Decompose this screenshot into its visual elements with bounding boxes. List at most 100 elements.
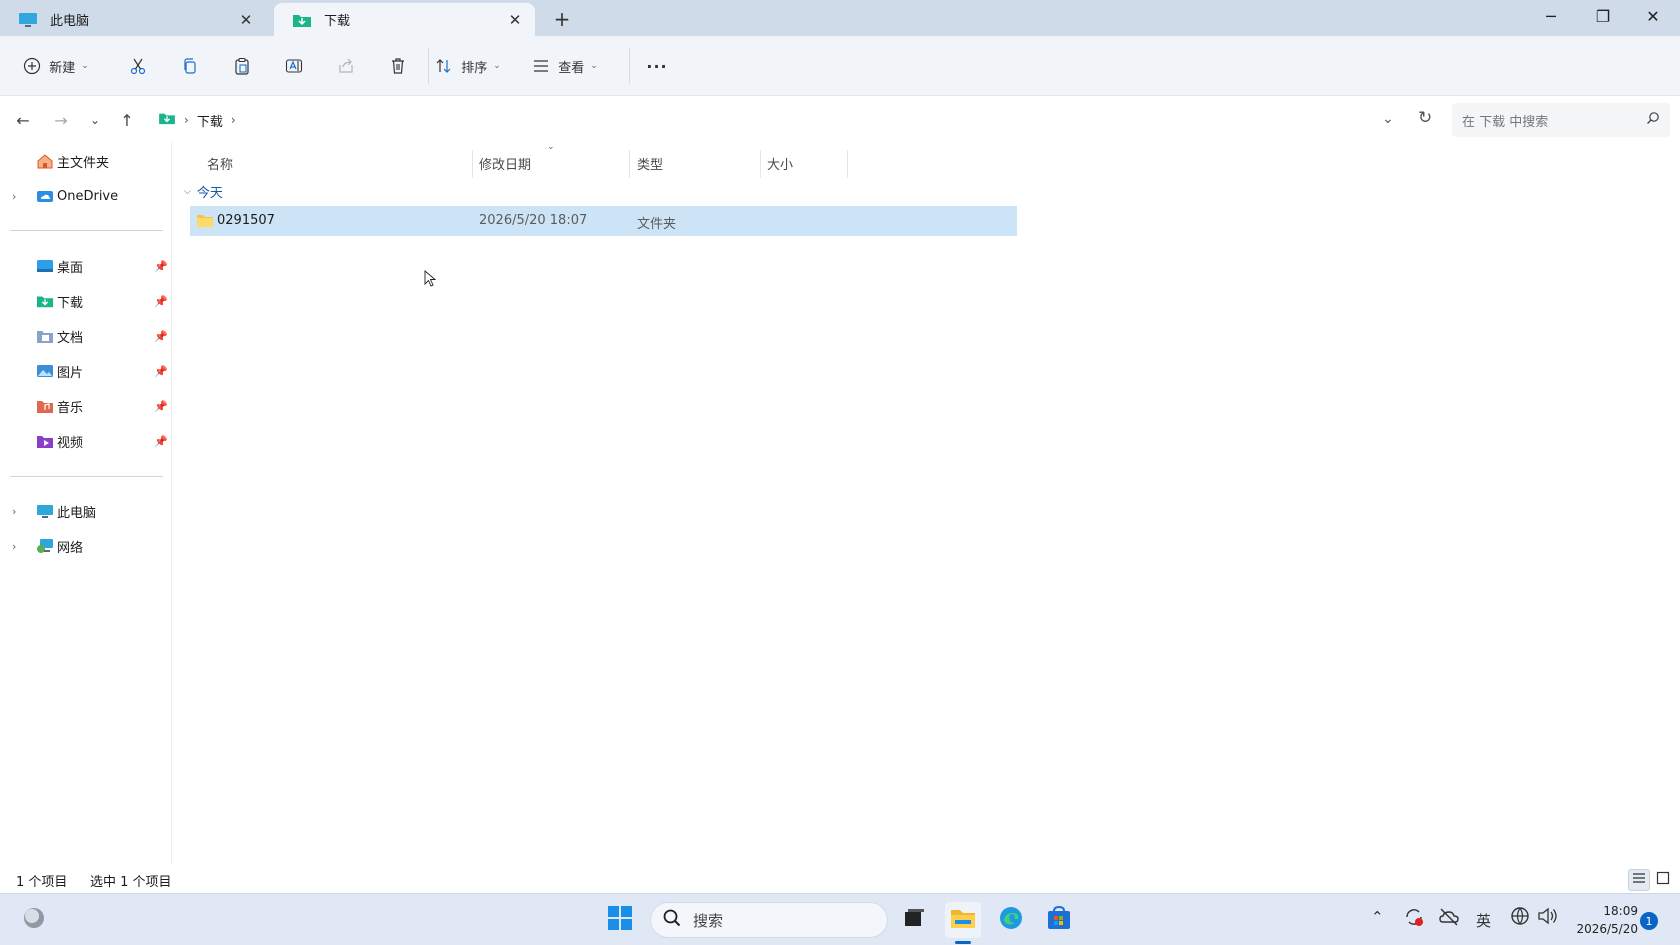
desktop-icon [36, 258, 54, 274]
sidebar-item-label: 主文件夹 [57, 155, 110, 171]
list-view-icon [532, 57, 550, 75]
sort-arrows-icon [435, 57, 453, 75]
edge-button[interactable] [993, 902, 1029, 938]
up-button[interactable]: ↑ [112, 105, 142, 135]
chevron-down-icon: ⌄ [89, 113, 101, 127]
column-header-date[interactable]: 修改日期 [479, 148, 531, 178]
new-label: 新建 [49, 60, 76, 76]
pin-icon[interactable]: 📌 [154, 435, 168, 448]
pin-icon[interactable]: 📌 [154, 365, 168, 378]
network-status-icon[interactable] [1510, 906, 1530, 930]
pin-icon[interactable]: 📌 [154, 330, 168, 343]
sidebar-item-documents[interactable]: 文档 📌 [0, 321, 170, 351]
chevron-down-icon: ⌵ [184, 186, 191, 197]
sort-indicator-icon: ⌄ [547, 142, 555, 152]
cloud-offline-icon[interactable] [1438, 906, 1460, 932]
chevron-right-icon[interactable]: › [12, 505, 26, 518]
search-input[interactable]: 在 下载 中搜索 [1452, 103, 1670, 137]
task-view-button[interactable] [896, 902, 932, 938]
large-icons-view-button[interactable] [1652, 869, 1674, 891]
address-bar[interactable]: › 下载 › [150, 103, 1446, 137]
start-button[interactable] [602, 902, 638, 938]
this-pc-icon [36, 503, 54, 519]
paste-button[interactable] [226, 50, 258, 82]
search-icon [663, 909, 681, 931]
sidebar-item-home[interactable]: 主文件夹 [0, 146, 170, 176]
pin-icon[interactable]: 📌 [154, 295, 168, 308]
pin-icon[interactable]: 📌 [154, 260, 168, 273]
minimize-button[interactable]: ─ [1526, 0, 1576, 32]
taskbar-search[interactable]: 搜索 [650, 902, 888, 938]
selected-count: 选中 1 个项目 [90, 875, 172, 890]
sidebar-item-desktop[interactable]: 桌面 📌 [0, 251, 170, 281]
refresh-icon[interactable]: ↻ [1418, 108, 1432, 128]
copy-button[interactable] [174, 50, 206, 82]
delete-button[interactable] [382, 50, 414, 82]
close-window-button[interactable]: ✕ [1628, 0, 1678, 32]
more-options-button[interactable]: ··· [640, 50, 674, 82]
trash-icon [389, 57, 407, 75]
show-hidden-icons-button[interactable]: ⌃ [1371, 908, 1384, 926]
new-tab-button[interactable]: + [548, 6, 576, 32]
widgets-button[interactable] [16, 902, 52, 938]
input-method-indicator[interactable]: 英 [1476, 910, 1491, 931]
sidebar-item-label: 此电脑 [57, 505, 97, 521]
column-divider[interactable] [472, 150, 473, 178]
sync-status-icon[interactable] [1403, 906, 1425, 932]
sidebar-item-label: 网络 [57, 540, 84, 556]
sidebar-item-this-pc[interactable]: › 此电脑 [0, 496, 170, 526]
close-tab-icon[interactable]: ✕ [236, 10, 256, 30]
forward-button[interactable]: → [46, 105, 76, 135]
sidebar-item-downloads[interactable]: 下载 📌 [0, 286, 170, 316]
edge-icon [998, 905, 1024, 935]
sidebar-item-pictures[interactable]: 图片 📌 [0, 356, 170, 386]
rename-button[interactable] [278, 50, 310, 82]
folder-icon [196, 213, 214, 232]
arrow-right-icon: → [54, 110, 68, 130]
share-icon [337, 57, 355, 75]
breadcrumb-downloads[interactable]: 下载 [197, 111, 223, 130]
sidebar-item-music[interactable]: 音乐 📌 [0, 391, 170, 421]
system-clock[interactable]: 18:09 2026/5/20 [1570, 902, 1638, 938]
file-explorer-taskbar-button[interactable] [945, 902, 981, 938]
share-button[interactable] [330, 50, 362, 82]
file-date: 2026/5/20 18:07 [479, 213, 588, 228]
notification-badge[interactable]: 1 [1640, 912, 1658, 930]
cut-button[interactable] [122, 50, 154, 82]
pin-icon[interactable]: 📌 [154, 400, 168, 413]
sidebar-item-label: 图片 [57, 365, 84, 381]
sidebar-item-label: 桌面 [57, 260, 84, 276]
close-tab-icon[interactable]: ✕ [505, 10, 525, 30]
tab-downloads[interactable]: 下载 ✕ [274, 3, 535, 36]
column-divider[interactable] [847, 150, 848, 178]
sidebar-item-videos[interactable]: 视频 📌 [0, 426, 170, 456]
downloads-folder-icon [158, 111, 176, 129]
column-header-type[interactable]: 类型 [637, 148, 663, 178]
group-header-today[interactable]: ⌵ 今天 [184, 182, 223, 201]
recent-locations-button[interactable]: ⌄ [80, 105, 110, 135]
sidebar-item-network[interactable]: › 网络 [0, 531, 170, 561]
view-label: 查看 [558, 60, 585, 76]
chevron-right-icon[interactable]: › [231, 113, 236, 127]
new-button[interactable]: 新建 ⌄ [18, 50, 94, 82]
restore-button[interactable]: ❐ [1578, 0, 1628, 32]
column-divider[interactable] [629, 150, 630, 178]
back-button[interactable]: ← [8, 105, 38, 135]
chevron-right-icon[interactable]: › [12, 540, 26, 553]
table-row[interactable]: 0291507 2026/5/20 18:07 文件夹 [190, 206, 1017, 236]
column-header-size[interactable]: 大小 [767, 148, 793, 178]
sort-label: 排序 [461, 60, 488, 76]
file-list: ⌄ 名称 修改日期 类型 大小 ⌵ 今天 0291507 2026/5/20 1… [172, 142, 1680, 865]
details-view-button[interactable] [1628, 869, 1650, 891]
tab-this-pc[interactable]: 此电脑 ✕ [0, 3, 266, 36]
view-button[interactable]: 查看 ⌄ [522, 50, 608, 82]
address-dropdown-icon[interactable]: ⌄ [1382, 111, 1394, 127]
sidebar-item-onedrive[interactable]: › OneDrive [0, 181, 170, 211]
volume-icon[interactable] [1536, 906, 1558, 930]
store-button[interactable] [1041, 902, 1077, 938]
column-divider[interactable] [760, 150, 761, 178]
column-header-name[interactable]: 名称 [207, 148, 233, 178]
store-icon [1046, 905, 1072, 935]
chevron-right-icon[interactable]: › [12, 190, 26, 203]
sort-button[interactable]: 排序 ⌄ [428, 50, 508, 82]
